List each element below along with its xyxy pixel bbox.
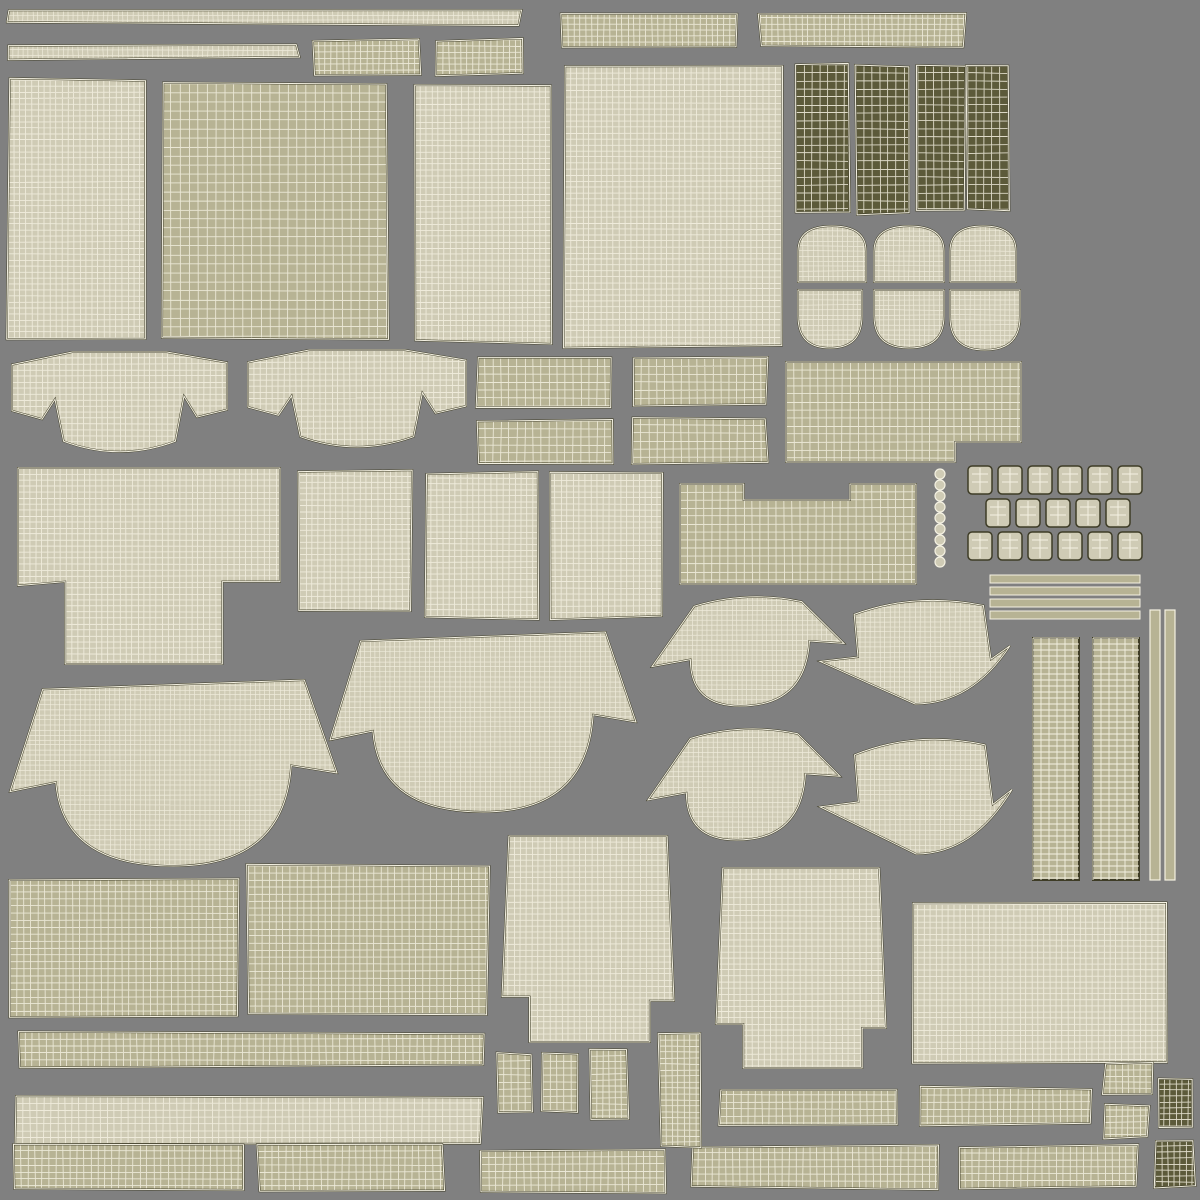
uv-block-1 <box>588 1048 630 1121</box>
uv-sleeve-3 <box>645 727 843 842</box>
uv-panel-bottom-3 <box>911 901 1168 1065</box>
uv-belt-11 <box>540 1051 579 1114</box>
uv-cap-4 <box>797 289 863 350</box>
uv-cap-1 <box>797 224 867 283</box>
uv-belt-4 <box>255 1143 446 1193</box>
uv-pocket-3 <box>915 64 967 212</box>
uv-skirt-2 <box>328 630 638 814</box>
uv-strap-1 <box>475 356 613 409</box>
uv-strap-2 <box>632 356 769 407</box>
uv-clip-1 <box>1157 1077 1194 1129</box>
uv-block-3 <box>1101 1061 1154 1096</box>
uv-collar-1 <box>11 351 228 453</box>
uv-panel-bottom-2 <box>245 863 491 1016</box>
uv-pocket-2 <box>854 63 911 216</box>
uv-strip-top-long-1 <box>5 9 523 27</box>
uv-panel-bottom-1 <box>8 877 240 1019</box>
uv-rails-right <box>989 574 1176 881</box>
uv-belt-10 <box>495 1051 534 1114</box>
uv-small-parts-grid <box>967 465 1143 561</box>
uv-strip-top-long-2 <box>7 43 301 61</box>
uv-strip-top-small-2 <box>434 37 524 77</box>
uv-panel-large-4 <box>562 65 784 349</box>
uv-belt-6 <box>690 1144 940 1191</box>
uv-block-2 <box>657 1032 702 1149</box>
uv-belt-1 <box>17 1030 486 1069</box>
uv-strap-3 <box>476 418 614 465</box>
uv-apron-1 <box>500 835 676 1043</box>
uv-skirt-1 <box>8 678 339 868</box>
uv-tab-2 <box>424 470 540 621</box>
uv-cap-5 <box>873 289 945 350</box>
uv-buttons-column <box>934 468 946 568</box>
uv-block-4 <box>1102 1103 1151 1140</box>
uv-cap-2 <box>873 224 945 283</box>
uv-strap-4 <box>630 416 770 466</box>
uv-belt-7 <box>958 1143 1140 1190</box>
uv-belt-9 <box>919 1085 1093 1127</box>
uv-strip-top-mid-2 <box>757 12 967 49</box>
uv-panel-large-1 <box>5 77 147 341</box>
uv-tab-3 <box>549 471 664 621</box>
uv-panel-large-2 <box>160 81 390 341</box>
uv-collar-2 <box>247 349 467 448</box>
uv-strip-top-small-1 <box>311 37 422 77</box>
uv-pocket-1 <box>794 62 851 214</box>
uv-panel-large-3 <box>413 83 553 345</box>
uv-layout-canvas <box>5 9 1197 1195</box>
uv-apron-2 <box>714 867 888 1069</box>
uv-clip-2 <box>1153 1139 1197 1190</box>
uv-cap-3 <box>949 224 1017 283</box>
uv-strip-top-mid-1 <box>559 12 739 49</box>
uv-sleeve-4 <box>816 738 1013 856</box>
uv-cap-6 <box>949 289 1021 352</box>
uv-shirt-1 <box>17 467 281 665</box>
uv-belt-3 <box>12 1143 245 1191</box>
uv-sleeve-1 <box>649 595 847 708</box>
uv-band-notched-2 <box>679 483 917 585</box>
uv-sleeve-2 <box>816 599 1011 706</box>
uv-pocket-4 <box>965 64 1011 212</box>
uv-belt-8 <box>717 1088 899 1127</box>
uv-tab-1 <box>297 469 414 612</box>
uv-belt-5 <box>479 1148 667 1195</box>
uv-band-notched-1 <box>785 361 1022 463</box>
uv-belt-2 <box>14 1094 484 1146</box>
